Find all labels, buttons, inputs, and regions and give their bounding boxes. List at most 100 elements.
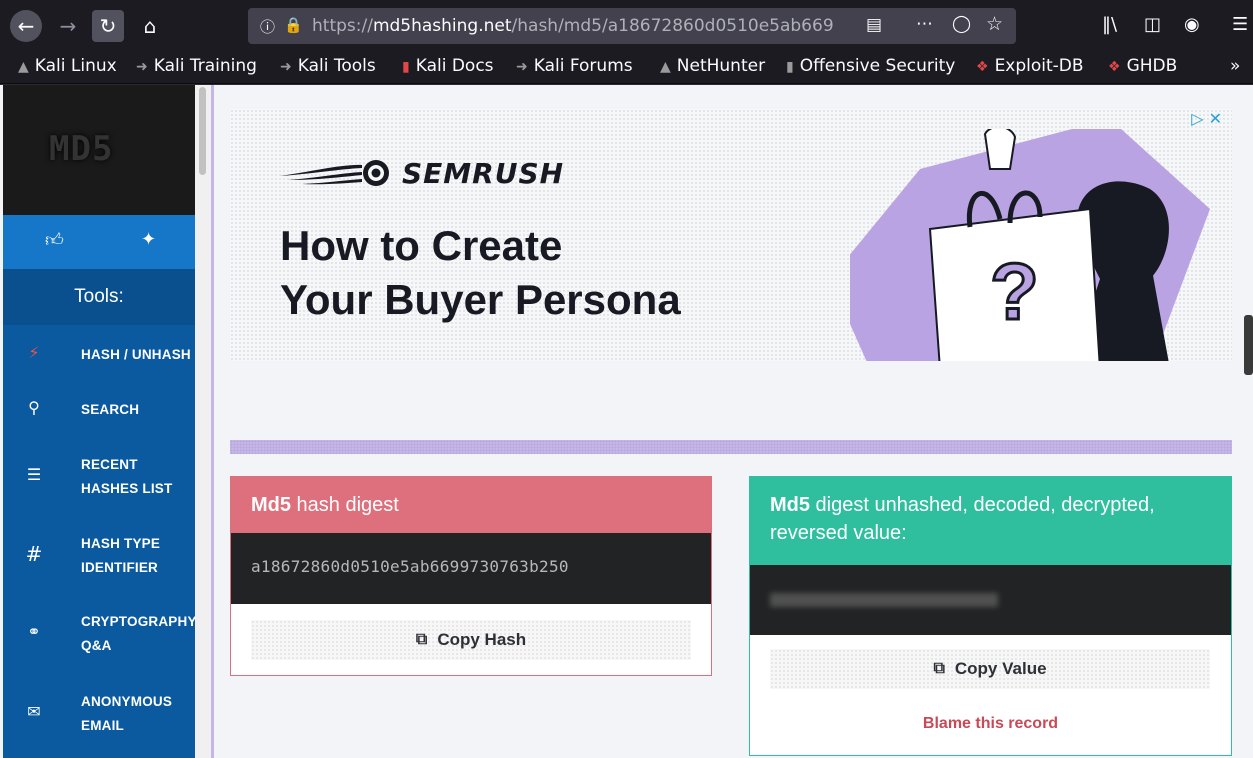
forward-button[interactable]: → <box>52 10 84 42</box>
sidebar-toggle-icon[interactable]: ◫ <box>1144 14 1161 35</box>
logo-text: MD5 <box>49 129 114 169</box>
browser-toolbar: ← → ↻ ⌂ ⓘ 🔒 https://md5hashing.net/hash/… <box>0 0 1253 52</box>
unhashed-value-title: digest unhashed, decoded, decrypted, rev… <box>770 494 1155 544</box>
hash-digest-body: a18672860d0510e5ab6699730763b250 <box>231 533 711 604</box>
ad-divider <box>230 440 1232 454</box>
thumbs-up-icon[interactable]: 👍︎ <box>45 229 64 251</box>
sidebar-item-label: SEARCH <box>81 402 140 417</box>
bookmark-label: Offensive Security <box>799 56 956 76</box>
bookmark-label: GHDB <box>1126 56 1178 76</box>
bookmark-nethunter[interactable]: ▲ NetHunter <box>660 56 765 76</box>
nethunter-icon: ▲ <box>660 59 671 75</box>
bookmark-kali-docs[interactable]: ▮ Kali Docs <box>402 56 494 76</box>
redacted-value[interactable] <box>770 593 998 607</box>
bookmark-label: Kali Linux <box>34 56 117 76</box>
bookmarks-overflow-icon[interactable]: » <box>1230 56 1240 76</box>
reader-view-icon[interactable]: ▤ <box>866 15 882 35</box>
ad-brand-name: SEMRUSH <box>402 157 565 190</box>
url-path: /hash/md5/a18672860d0510e5ab669 <box>511 16 834 36</box>
page-scrollbar[interactable] <box>1244 315 1253 375</box>
copy-value-label: Copy Value <box>954 659 1047 678</box>
library-icon[interactable]: ‖\ <box>1102 14 1117 35</box>
info-icon[interactable]: ⓘ <box>260 16 275 37</box>
url-text[interactable]: https://md5hashing.net/hash/md5/a1867286… <box>312 16 852 36</box>
bolt-icon: ⚡︎ <box>28 343 40 362</box>
docs-icon: ▮ <box>402 59 410 75</box>
sidebar-item-label: ANONYMOUS EMAIL <box>81 694 173 733</box>
bookmark-label: NetHunter <box>676 56 766 76</box>
sidebar-item-hash-type-identifier[interactable]: # HASH TYPE IDENTIFIER <box>3 532 195 592</box>
ad-headline-line2: Your Buyer Persona <box>280 276 681 323</box>
reload-icon: ↻ <box>99 14 117 38</box>
ad-illustration: ? <box>850 129 1210 361</box>
copy-icon: ⧉ <box>415 631 428 648</box>
more-actions-icon[interactable]: ⋯ <box>916 14 933 34</box>
bookmark-kali-tools[interactable]: ➜ Kali Tools <box>280 56 376 76</box>
bookmark-label: Kali Tools <box>297 56 376 76</box>
dragon-icon: ➜ <box>280 59 292 75</box>
sidebar-item-cryptography-qa[interactable]: ⚭ CRYPTOGRAPHY Q&A <box>3 610 196 670</box>
unhashed-value-body <box>750 565 1231 635</box>
hash-algorithm: Md5 <box>251 494 291 516</box>
account-icon[interactable]: ◉ <box>1184 14 1200 35</box>
copy-hash-label: Copy Hash <box>437 630 527 649</box>
unhashed-value-header: Md5 digest unhashed, decoded, decrypted,… <box>750 477 1231 565</box>
dragon-icon: ➜ <box>136 59 148 75</box>
site-logo[interactable]: MD5 <box>3 85 195 215</box>
copy-hash-button[interactable]: ⧉ Copy Hash <box>251 620 691 660</box>
url-bar[interactable]: ⓘ 🔒 https://md5hashing.net/hash/md5/a186… <box>248 8 1016 44</box>
url-scheme: https:// <box>312 16 373 36</box>
sidebar-item-hash-unhash[interactable]: ⚡︎ HASH / UNHASH <box>3 341 195 391</box>
sidebar-item-label: HASH TYPE IDENTIFIER <box>81 536 161 575</box>
semrush-logo: SEMRUSH <box>280 157 564 190</box>
hash-value[interactable]: a18672860d0510e5ab6699730763b250 <box>251 557 569 576</box>
sidebar-item-label: RECENT HASHES LIST <box>81 457 173 496</box>
home-icon: ⌂ <box>143 14 157 38</box>
sidebar-item-recent-hashes[interactable]: ☰ RECENT HASHES LIST <box>3 453 195 513</box>
pocket-icon[interactable]: ◯ <box>952 14 971 34</box>
page-content: MD5 👍︎ ✦ Tools: ⚡︎ HASH / UNHASH ⚲ SEARC… <box>0 85 1253 758</box>
reload-button[interactable]: ↻ <box>92 10 124 42</box>
hash-icon: # <box>25 542 43 566</box>
svg-text:?: ? <box>990 247 1039 336</box>
scrollbar-thumb[interactable] <box>199 87 206 175</box>
search-icon: ⚲ <box>28 398 40 417</box>
bookmark-kali-training[interactable]: ➜ Kali Training <box>136 56 257 76</box>
sidebar-item-search[interactable]: ⚲ SEARCH <box>3 396 195 446</box>
sidebar-scrollbar[interactable] <box>195 85 211 758</box>
lock-icon[interactable]: 🔒 <box>284 16 303 34</box>
bookmark-ghdb[interactable]: ❖ GHDB <box>1108 56 1177 76</box>
back-button[interactable]: ← <box>10 10 42 42</box>
bookmark-label: Kali Forums <box>533 56 633 76</box>
bookmark-exploit-db[interactable]: ❖ Exploit-DB <box>976 56 1084 76</box>
chat-icon: ⚭ <box>27 622 41 641</box>
sidebar-border <box>211 85 214 758</box>
bookmark-label: Exploit-DB <box>994 56 1084 76</box>
ghdb-icon: ❖ <box>1108 59 1121 75</box>
sidebar-item-anonymous-email[interactable]: ✉ ANONYMOUS EMAIL <box>3 690 195 750</box>
ad-choices-icon[interactable]: ▷ ✕ <box>1191 109 1222 128</box>
url-host: md5hashing.net <box>372 16 512 36</box>
envelope-icon: ✉ <box>27 702 41 721</box>
twitter-icon[interactable]: ✦ <box>141 229 156 250</box>
advertisement[interactable]: SEMRUSH How to Create Your Buyer Persona… <box>230 109 1232 361</box>
bookmark-offensive-security[interactable]: ▮ Offensive Security <box>786 56 955 76</box>
bookmark-kali-forums[interactable]: ➜ Kali Forums <box>516 56 633 76</box>
exploit-db-icon: ❖ <box>976 59 989 75</box>
bookmark-label: Kali Training <box>153 56 257 76</box>
offsec-icon: ▮ <box>786 59 794 75</box>
copy-icon: ⧉ <box>933 660 945 677</box>
semrush-fireball-icon <box>280 159 389 186</box>
home-button[interactable]: ⌂ <box>134 10 166 42</box>
arrow-left-icon: ← <box>17 14 35 38</box>
bookmark-star-icon[interactable]: ☆ <box>986 13 1003 35</box>
unhashed-value-card: Md5 digest unhashed, decoded, decrypted,… <box>749 476 1232 756</box>
blame-record-link[interactable]: Blame this record <box>750 715 1231 733</box>
copy-value-button[interactable]: ⧉ Copy Value <box>770 649 1210 689</box>
hash-algorithm: Md5 <box>770 494 810 516</box>
sidebar-item-label: HASH / UNHASH <box>81 347 191 362</box>
hash-digest-header: Md5 hash digest <box>231 477 711 533</box>
bookmark-kali-linux[interactable]: ▲ Kali Linux <box>18 56 117 76</box>
menu-icon[interactable]: ☰ <box>1232 14 1248 35</box>
tools-heading: Tools: <box>3 269 195 325</box>
